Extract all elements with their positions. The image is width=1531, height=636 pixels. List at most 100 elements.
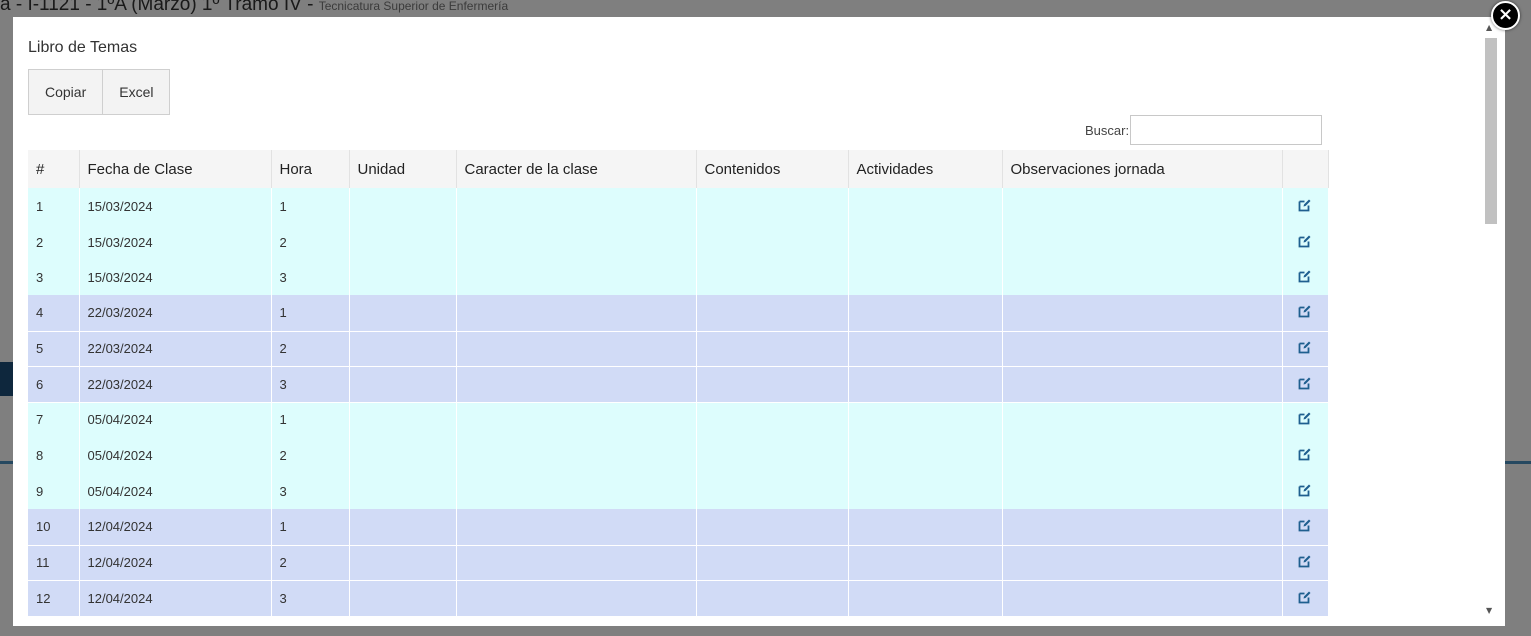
row-actions: [1282, 580, 1329, 617]
row-observaciones: [1002, 366, 1283, 403]
edit-icon[interactable]: [1298, 518, 1312, 532]
row-actividades: [848, 331, 1003, 367]
column-header[interactable]: Hora: [271, 150, 350, 188]
row-actividades: [848, 580, 1003, 617]
row-actions: [1282, 437, 1329, 473]
edit-icon[interactable]: [1298, 269, 1312, 283]
edit-icon[interactable]: [1298, 411, 1312, 425]
table-row[interactable]: 1 15/03/2024 1: [28, 188, 1329, 225]
scroll-up-arrow[interactable]: ▲: [1486, 23, 1492, 32]
row-number: 3: [28, 260, 80, 295]
row-contenidos: [696, 188, 849, 225]
row-hora: 3: [271, 366, 350, 403]
row-actividades: [848, 188, 1003, 225]
edit-icon[interactable]: [1298, 340, 1312, 354]
row-fecha: 22/03/2024: [79, 366, 272, 403]
table-row[interactable]: 5 22/03/2024 2: [28, 331, 1329, 367]
table-row[interactable]: 3 15/03/2024 3: [28, 260, 1329, 295]
column-header[interactable]: #: [28, 150, 80, 188]
close-modal-button[interactable]: ×: [1491, 1, 1520, 30]
row-actividades: [848, 509, 1003, 546]
row-number: 1: [28, 188, 80, 225]
row-caracter: [456, 188, 697, 225]
table-row[interactable]: 10 12/04/2024 1: [28, 509, 1329, 546]
row-caracter: [456, 402, 697, 437]
table-row[interactable]: 8 05/04/2024 2: [28, 437, 1329, 473]
edit-icon[interactable]: [1298, 234, 1312, 248]
row-contenidos: [696, 295, 849, 332]
row-actividades: [848, 437, 1003, 473]
row-caracter: [456, 295, 697, 332]
table-row[interactable]: 9 05/04/2024 3: [28, 473, 1329, 509]
table-row[interactable]: 6 22/03/2024 3: [28, 366, 1329, 403]
row-actions: [1282, 509, 1329, 546]
row-caracter: [456, 580, 697, 617]
row-fecha: 05/04/2024: [79, 402, 272, 437]
edit-icon[interactable]: [1298, 376, 1312, 390]
column-header[interactable]: Unidad: [349, 150, 457, 188]
row-hora: 1: [271, 402, 350, 437]
row-observaciones: [1002, 295, 1283, 332]
edit-icon[interactable]: [1298, 590, 1312, 604]
row-observaciones: [1002, 473, 1283, 509]
row-number: 8: [28, 437, 80, 473]
row-contenidos: [696, 331, 849, 367]
row-caracter: [456, 473, 697, 509]
row-fecha: 15/03/2024: [79, 188, 272, 225]
row-number: 12: [28, 580, 80, 617]
edit-icon[interactable]: [1298, 483, 1312, 497]
row-observaciones: [1002, 580, 1283, 617]
search-area: Buscar:: [1085, 115, 1323, 145]
row-fecha: 05/04/2024: [79, 473, 272, 509]
row-actions: [1282, 225, 1329, 260]
row-actions: [1282, 260, 1329, 295]
table-row[interactable]: 7 05/04/2024 1: [28, 402, 1329, 437]
scroll-down-arrow[interactable]: ▼: [1486, 606, 1492, 615]
row-unidad: [349, 188, 457, 225]
row-actividades: [848, 473, 1003, 509]
row-hora: 3: [271, 580, 350, 617]
row-unidad: [349, 366, 457, 403]
modal-title: Libro de Temas: [28, 39, 138, 56]
column-header[interactable]: Caracter de la clase: [456, 150, 697, 188]
row-fecha: 22/03/2024: [79, 331, 272, 367]
row-fecha: 12/04/2024: [79, 545, 272, 581]
row-fecha: 22/03/2024: [79, 295, 272, 332]
column-header[interactable]: Fecha de Clase: [79, 150, 272, 188]
edit-icon[interactable]: [1298, 304, 1312, 318]
row-actions: [1282, 295, 1329, 332]
column-header[interactable]: Contenidos: [696, 150, 849, 188]
row-number: 11: [28, 545, 80, 581]
table-row[interactable]: 2 15/03/2024 2: [28, 225, 1329, 260]
row-hora: 2: [271, 545, 350, 581]
column-header[interactable]: Actividades: [848, 150, 1003, 188]
row-contenidos: [696, 473, 849, 509]
copy-button[interactable]: Copiar: [28, 69, 104, 115]
column-header[interactable]: Observaciones jornada: [1002, 150, 1283, 188]
row-unidad: [349, 260, 457, 295]
row-observaciones: [1002, 509, 1283, 546]
row-hora: 1: [271, 509, 350, 546]
excel-button[interactable]: Excel: [103, 69, 171, 115]
edit-icon[interactable]: [1298, 447, 1312, 461]
row-unidad: [349, 437, 457, 473]
modal-scrollbar[interactable]: ▲ ▼: [1484, 17, 1505, 626]
row-caracter: [456, 331, 697, 367]
scroll-thumb[interactable]: [1485, 38, 1497, 224]
edit-icon[interactable]: [1298, 554, 1312, 568]
row-actividades: [848, 225, 1003, 260]
row-hora: 3: [271, 260, 350, 295]
search-input[interactable]: [1130, 115, 1323, 145]
row-contenidos: [696, 366, 849, 403]
table-row[interactable]: 11 12/04/2024 2: [28, 545, 1329, 581]
table-row[interactable]: 4 22/03/2024 1: [28, 295, 1329, 332]
row-actividades: [848, 260, 1003, 295]
row-number: 2: [28, 225, 80, 260]
row-actions: [1282, 473, 1329, 509]
edit-icon[interactable]: [1298, 198, 1312, 212]
row-actions: [1282, 188, 1329, 225]
row-observaciones: [1002, 260, 1283, 295]
table-row[interactable]: 12 12/04/2024 3: [28, 580, 1329, 617]
row-fecha: 15/03/2024: [79, 260, 272, 295]
column-header[interactable]: [1282, 150, 1329, 188]
